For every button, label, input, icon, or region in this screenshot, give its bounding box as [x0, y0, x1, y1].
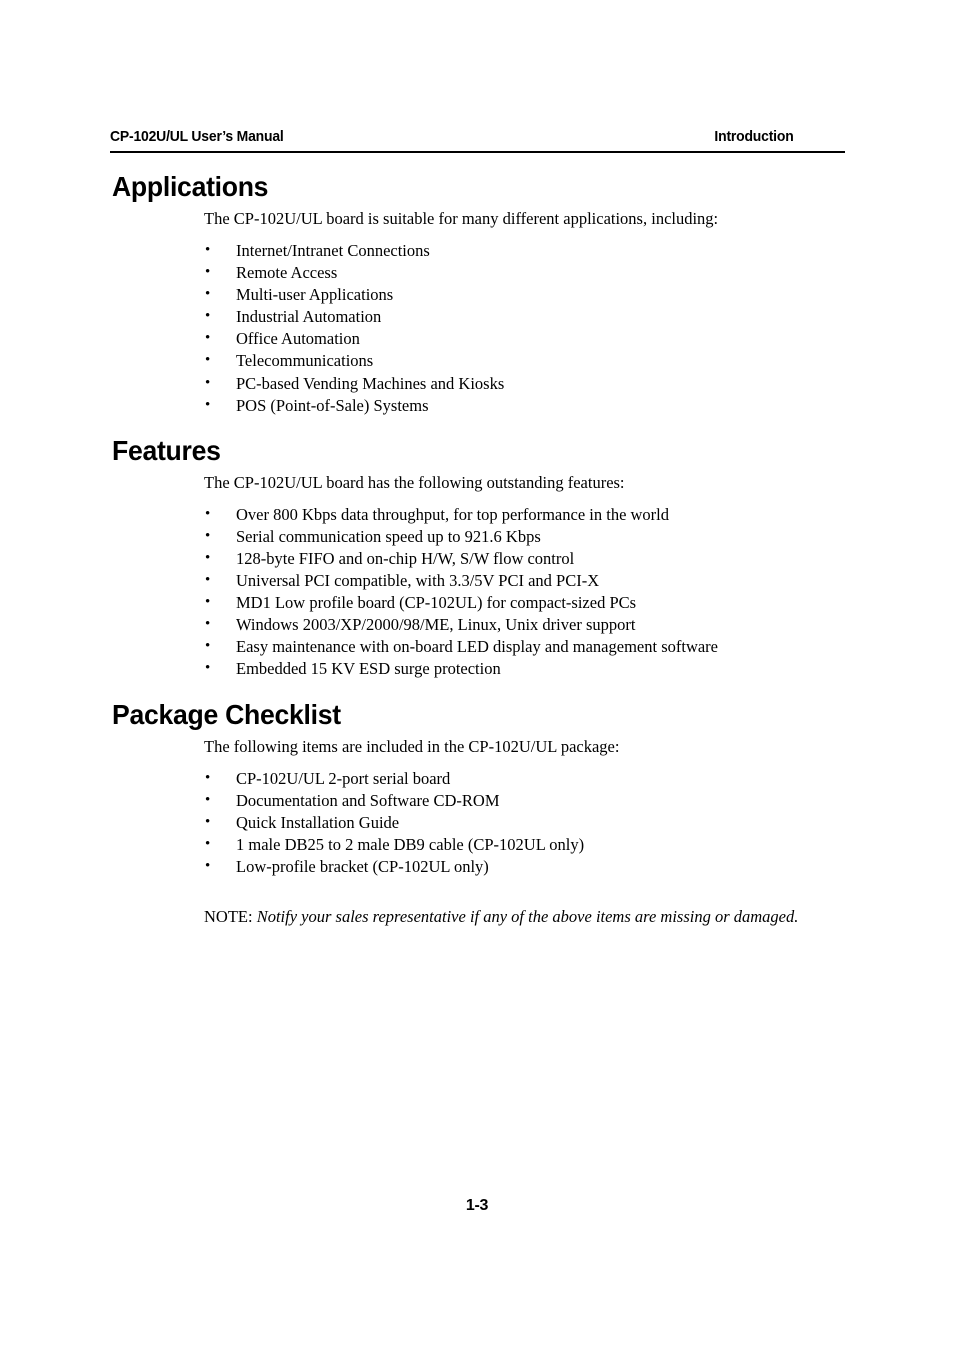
section-features: Features The CP-102U/UL board has the fo… — [0, 434, 954, 681]
list-item: PC-based Vending Machines and Kiosks — [0, 372, 954, 395]
list-item: Easy maintenance with on-board LED displ… — [0, 635, 954, 658]
note-label: NOTE: — [204, 906, 257, 926]
package-checklist-note: NOTE: Notify your sales representative i… — [0, 878, 954, 928]
applications-list: Internet/Intranet Connections Remote Acc… — [0, 230, 954, 417]
list-item: CP-102U/UL 2-port serial board — [0, 766, 954, 790]
header-chapter-title: Introduction — [714, 128, 794, 145]
section-lead-applications: The CP-102U/UL board is suitable for man… — [204, 209, 719, 228]
list-item: Low-profile bracket (CP-102UL only) — [0, 855, 954, 878]
list-item: Industrial Automation — [0, 305, 954, 328]
list-item: 128-byte FIFO and on-chip H/W, S/W flow … — [0, 547, 954, 570]
list-item: POS (Point-of-Sale) Systems — [0, 394, 954, 417]
list-item: Telecommunications — [0, 349, 954, 372]
list-item: Quick Installation Guide — [0, 811, 954, 834]
list-item: Embedded 15 KV ESD surge protection — [0, 657, 954, 680]
list-item: Serial communication speed up to 921.6 K… — [0, 525, 954, 548]
section-title-features: Features — [112, 434, 221, 466]
header-manual-title: CP-102U/UL User’s Manual — [110, 128, 284, 145]
list-item: MD1 Low profile board (CP-102UL) for com… — [0, 591, 954, 614]
header-divider-rule — [110, 151, 845, 153]
list-item: Office Automation — [0, 327, 954, 350]
note-body: Notify your sales representative if any … — [256, 906, 799, 926]
list-item: Windows 2003/XP/2000/98/ME, Linux, Unix … — [0, 613, 954, 636]
page-content: Applications The CP-102U/UL board is sui… — [0, 170, 954, 928]
running-header: CP-102U/UL User’s Manual Introduction — [110, 128, 794, 146]
section-lead-package-checklist: The following items are included in the … — [204, 736, 620, 756]
list-item: Documentation and Software CD-ROM — [0, 789, 954, 812]
list-item: 1 male DB25 to 2 male DB9 cable (CP-102U… — [0, 833, 954, 856]
list-item: Over 800 Kbps data throughput, for top p… — [0, 503, 954, 526]
list-item: Internet/Intranet Connections — [0, 239, 954, 262]
list-item: Multi-user Applications — [0, 283, 954, 306]
list-item: Remote Access — [0, 261, 954, 284]
section-package-checklist: Package Checklist The following items ar… — [0, 698, 954, 928]
list-item: Universal PCI compatible, with 3.3/5V PC… — [0, 569, 954, 592]
section-title-package-checklist: Package Checklist — [112, 698, 341, 730]
section-title-applications: Applications — [112, 171, 269, 202]
page-number: 1-3 — [465, 1197, 489, 1214]
section-lead-features: The CP-102U/UL board has the following o… — [204, 472, 625, 492]
page-footer: 1-3 — [0, 1196, 954, 1216]
features-list: Over 800 Kbps data throughput, for top p… — [0, 494, 954, 681]
document-page: CP-102U/UL User’s Manual Introduction Ap… — [0, 0, 954, 1351]
section-applications: Applications The CP-102U/UL board is sui… — [0, 170, 954, 417]
package-checklist-list: CP-102U/UL 2-port serial board Documenta… — [0, 758, 954, 878]
